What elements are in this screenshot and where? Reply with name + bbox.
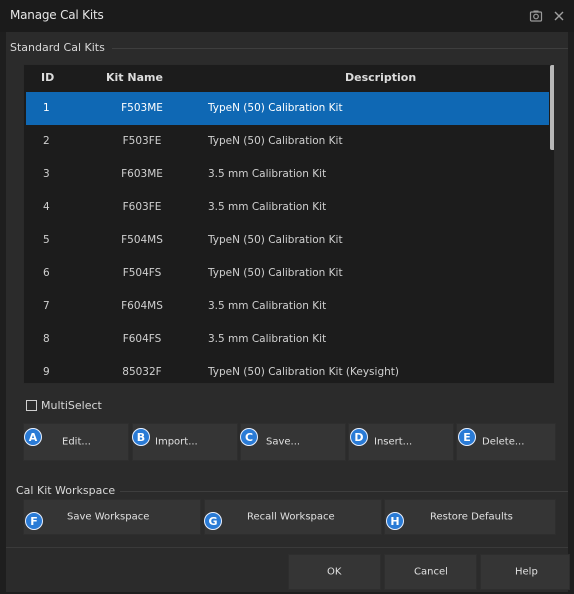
help-button[interactable]: Help bbox=[480, 554, 570, 590]
cell-description: TypeN (50) Calibration Kit (Keysight) bbox=[208, 366, 399, 378]
restore-defaults-label: Restore Defaults bbox=[430, 511, 513, 523]
cell-description: 3.5 mm Calibration Kit bbox=[208, 168, 327, 180]
table-header: ID Kit Name Description bbox=[24, 65, 554, 91]
cell-kit-name: F603ME bbox=[121, 168, 163, 180]
group-divider bbox=[112, 48, 568, 49]
badge-f: F bbox=[25, 512, 43, 530]
badge-e: E bbox=[458, 428, 476, 446]
cell-id: 5 bbox=[43, 234, 50, 246]
standard-cal-kits-label: Standard Cal Kits bbox=[10, 41, 105, 54]
insert-button-label: Insert... bbox=[374, 436, 413, 448]
cancel-button-label: Cancel bbox=[414, 566, 448, 578]
cell-kit-name: 85032F bbox=[122, 366, 162, 378]
cell-kit-name: F604MS bbox=[121, 300, 163, 312]
cell-description: 3.5 mm Calibration Kit bbox=[208, 300, 327, 312]
table-row[interactable]: 4 F603FE 3.5 mm Calibration Kit bbox=[26, 191, 553, 224]
cell-id: 3 bbox=[43, 168, 50, 180]
save-workspace-label: Save Workspace bbox=[67, 511, 150, 523]
cell-description: TypeN (50) Calibration Kit bbox=[208, 102, 343, 114]
table-row[interactable]: 1 F503ME TypeN (50) Calibration Kit bbox=[26, 92, 553, 125]
close-icon[interactable] bbox=[552, 9, 566, 23]
window-title: Manage Cal Kits bbox=[10, 8, 104, 22]
screenshot-icon[interactable] bbox=[529, 9, 543, 23]
badge-a: A bbox=[24, 428, 42, 446]
cell-description: 3.5 mm Calibration Kit bbox=[208, 333, 327, 345]
cell-kit-name: F503FE bbox=[122, 135, 162, 147]
restore-defaults-button[interactable]: Restore Defaults bbox=[384, 499, 556, 535]
multiselect-label: MultiSelect bbox=[41, 398, 102, 412]
cell-description: TypeN (50) Calibration Kit bbox=[208, 267, 343, 279]
cell-id: 6 bbox=[43, 267, 50, 279]
cell-id: 8 bbox=[43, 333, 50, 345]
table-row[interactable]: 7 F604MS 3.5 mm Calibration Kit bbox=[26, 290, 553, 323]
edit-button-label: Edit... bbox=[62, 436, 91, 448]
ok-button-label: OK bbox=[327, 566, 342, 578]
title-bar: Manage Cal Kits bbox=[0, 0, 574, 32]
delete-button-label: Delete... bbox=[482, 436, 525, 448]
badge-h: H bbox=[386, 512, 404, 530]
badge-c: C bbox=[240, 428, 258, 446]
checkbox-box[interactable] bbox=[26, 399, 37, 411]
table-row[interactable]: 2 F503FE TypeN (50) Calibration Kit bbox=[26, 125, 553, 158]
cell-id: 9 bbox=[43, 366, 50, 378]
table-row[interactable]: 5 F504MS TypeN (50) Calibration Kit bbox=[26, 224, 553, 257]
badge-d: D bbox=[350, 428, 368, 446]
cell-id: 4 bbox=[43, 201, 50, 213]
scrollbar-thumb[interactable] bbox=[550, 65, 554, 150]
table-row[interactable]: 6 F504FS TypeN (50) Calibration Kit bbox=[26, 257, 553, 290]
cell-description: TypeN (50) Calibration Kit bbox=[208, 135, 343, 147]
badge-g: G bbox=[204, 512, 222, 530]
multiselect-checkbox[interactable]: MultiSelect bbox=[26, 398, 102, 412]
table-row[interactable]: 3 F603ME 3.5 mm Calibration Kit bbox=[26, 158, 553, 191]
cal-kit-workspace-label: Cal Kit Workspace bbox=[16, 484, 116, 497]
column-header-id[interactable]: ID bbox=[41, 71, 54, 84]
recall-workspace-label: Recall Workspace bbox=[247, 511, 335, 523]
cell-kit-name: F503ME bbox=[121, 102, 163, 114]
table-row[interactable]: 8 F604FS 3.5 mm Calibration Kit bbox=[26, 323, 553, 356]
column-header-kit-name[interactable]: Kit Name bbox=[106, 71, 163, 84]
cell-kit-name: F603FE bbox=[122, 201, 162, 213]
cell-id: 2 bbox=[43, 135, 50, 147]
cell-kit-name: F504FS bbox=[122, 267, 162, 279]
cell-kit-name: F604FS bbox=[122, 333, 162, 345]
cell-id: 1 bbox=[43, 102, 50, 114]
import-button-label: Import... bbox=[155, 436, 198, 448]
cell-id: 7 bbox=[43, 300, 50, 312]
cell-description: 3.5 mm Calibration Kit bbox=[208, 201, 327, 213]
group-divider bbox=[120, 491, 568, 492]
cal-kit-table[interactable]: ID Kit Name Description 1 F503ME TypeN (… bbox=[23, 64, 555, 384]
save-button-label: Save... bbox=[266, 436, 301, 448]
table-row[interactable]: 9 85032F TypeN (50) Calibration Kit (Key… bbox=[26, 356, 553, 383]
footer-divider bbox=[6, 547, 568, 548]
table-scrollbar[interactable] bbox=[549, 65, 554, 383]
save-workspace-button[interactable]: Save Workspace bbox=[23, 499, 201, 535]
ok-button[interactable]: OK bbox=[288, 554, 381, 590]
cell-kit-name: F504MS bbox=[121, 234, 163, 246]
recall-workspace-button[interactable]: Recall Workspace bbox=[204, 499, 382, 535]
badge-b: B bbox=[132, 428, 150, 446]
cancel-button[interactable]: Cancel bbox=[384, 554, 477, 590]
column-header-description[interactable]: Description bbox=[345, 71, 416, 84]
help-button-label: Help bbox=[515, 566, 538, 578]
cell-description: TypeN (50) Calibration Kit bbox=[208, 234, 343, 246]
